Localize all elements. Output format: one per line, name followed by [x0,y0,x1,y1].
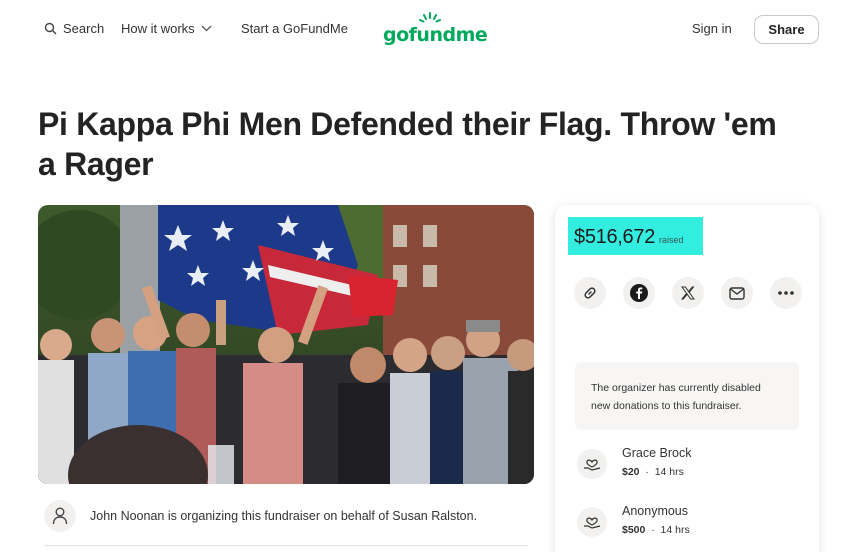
donation-meta: $500 · 14 hrs [622,524,690,536]
gofundme-logo[interactable]: gofundme [383,12,488,48]
donor-name: Anonymous [622,504,689,518]
fundraiser-photo [38,205,534,484]
donation-amount: $20 [622,466,640,478]
facebook-icon [630,284,648,302]
page-title: Pi Kappa Phi Men Defended their Flag. Th… [38,106,777,182]
share-icons-row [574,277,802,309]
chevron-down-icon [201,25,212,32]
donor-name: Grace Brock [622,446,692,460]
mail-icon [729,286,745,300]
donation-icon [577,507,607,537]
sign-in-link[interactable]: Sign in [692,21,732,36]
how-it-works-label: How it works [121,21,195,36]
start-gofundme-link[interactable]: Start a GoFundMe [241,21,348,36]
how-it-works-menu[interactable]: How it works [121,21,212,36]
person-icon [52,507,68,525]
facebook-share-button[interactable] [623,277,655,309]
donation-card: $516,672 raised The organizer has curren… [555,205,819,552]
search-icon [44,22,57,35]
organizer-row: John Noonan is organizing this fundraise… [44,500,477,532]
x-icon [681,286,695,300]
donation-item: Anonymous $500 · 14 hrs [577,503,690,538]
email-share-button[interactable] [721,277,753,309]
organizer-text: John Noonan is organizing this fundraise… [90,509,478,523]
x-share-button[interactable] [672,277,704,309]
raised-amount-box: $516,672 raised [568,217,703,255]
donation-meta: $20 · 14 hrs [622,466,684,478]
copy-link-button[interactable] [574,277,606,309]
donation-amount: $500 [622,524,646,536]
donations-disabled-notice: The organizer has currently disabled new… [575,362,799,430]
avatar [44,500,76,532]
donation-item: Grace Brock $20 · 14 hrs [577,445,691,480]
more-icon [778,291,794,295]
top-nav: Search How it works Start a GoFundMe gof… [0,0,848,62]
donation-time: 14 hrs [654,466,684,478]
donation-icon [577,449,607,479]
search-link[interactable]: Search [44,21,104,36]
raised-amount: $516,672 [574,226,656,248]
share-button[interactable]: Share [754,15,819,44]
link-icon [584,287,596,299]
more-share-options-button[interactable] [770,277,802,309]
search-label: Search [63,21,105,36]
donation-time: 14 hrs [660,524,690,536]
raised-label: raised [659,235,684,245]
logo-text: gofundme [383,24,488,46]
divider [44,545,528,546]
